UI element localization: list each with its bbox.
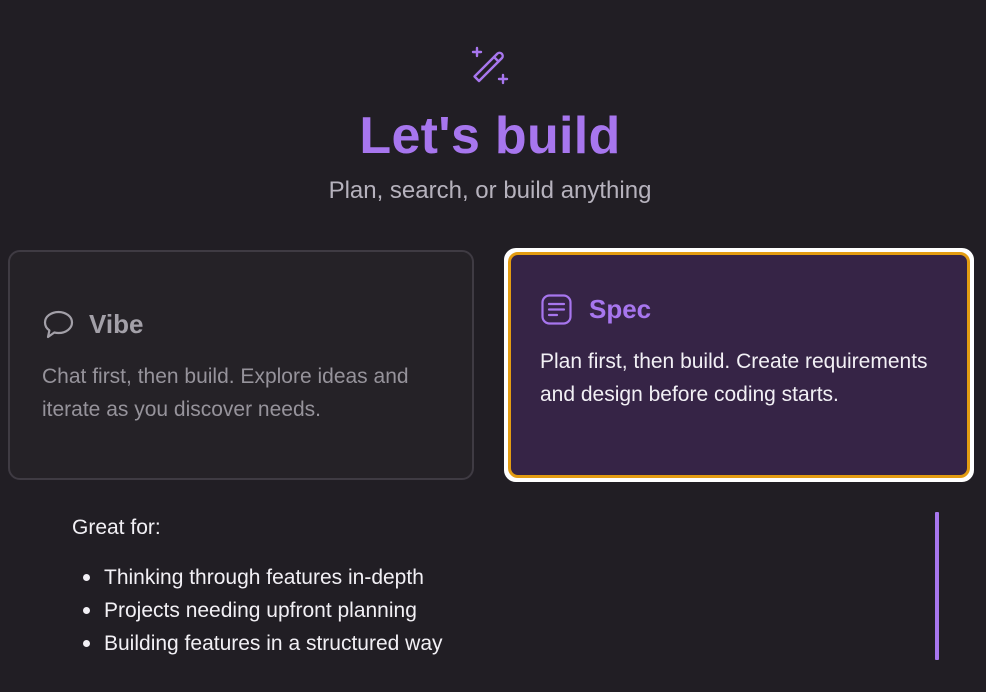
vibe-card-header: Vibe <box>42 308 143 341</box>
great-for-heading: Great for: <box>72 516 161 539</box>
vibe-card-title: Vibe <box>89 309 144 339</box>
spec-mode-card[interactable]: Spec Plan first, then build. Create requ… <box>504 248 974 482</box>
vibe-mode-card[interactable]: Vibe Chat first, then build. Explore ide… <box>8 250 474 480</box>
spec-card-description: Plan first, then build. Create requireme… <box>540 350 928 406</box>
chat-bubble-icon <box>43 310 74 339</box>
list-item: Projects needing upfront planning <box>72 594 443 627</box>
document-list-icon <box>541 294 572 325</box>
bullet-icon <box>83 640 90 647</box>
bullet-icon <box>83 574 90 581</box>
spec-card-title: Spec <box>589 294 652 324</box>
spec-card-header: Spec <box>540 293 651 326</box>
spec-card-body: Spec Plan first, then build. Create requ… <box>508 252 970 478</box>
bullet-icon <box>83 607 90 614</box>
magic-wand-icon <box>471 46 509 85</box>
page-title: Let's build <box>359 107 621 165</box>
feature-list: Thinking through features in-depth Proje… <box>72 561 443 660</box>
list-item-text: Projects needing upfront planning <box>104 599 417 622</box>
list-item: Building features in a structured way <box>72 627 443 660</box>
list-item: Thinking through features in-depth <box>72 561 443 594</box>
list-item-text: Thinking through features in-depth <box>104 566 424 589</box>
scrollbar[interactable] <box>935 512 939 660</box>
page-subtitle: Plan, search, or build anything <box>328 177 652 204</box>
mode-selection-page: Let's build Plan, search, or build anyth… <box>0 0 986 692</box>
list-item-text: Building features in a structured way <box>104 632 443 655</box>
vibe-card-description: Chat first, then build. Explore ideas an… <box>42 365 409 421</box>
